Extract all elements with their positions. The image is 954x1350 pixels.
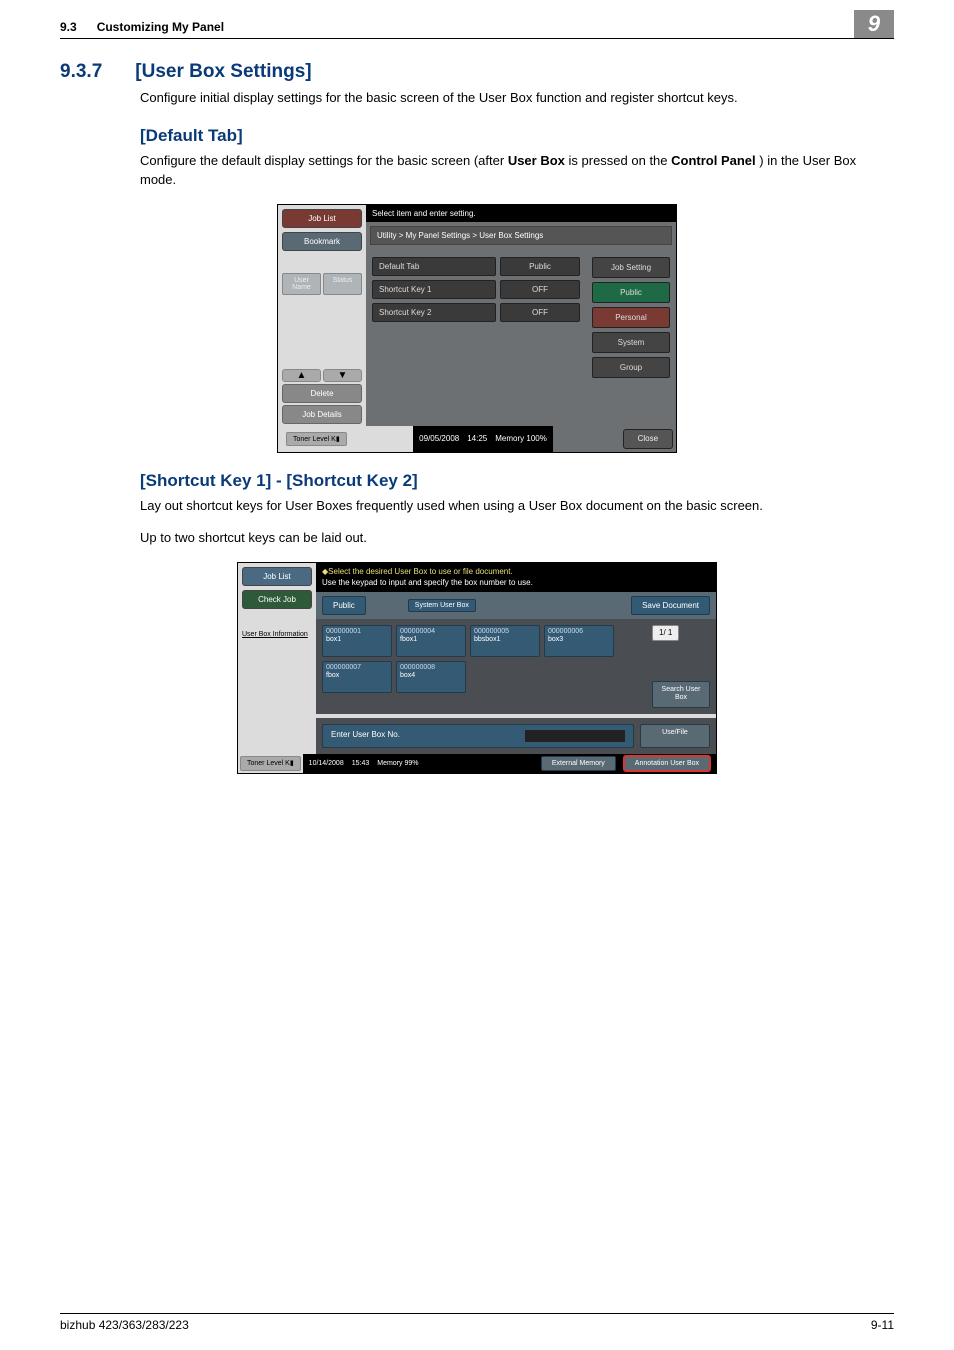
- heading-937: 9.3.7 [User Box Settings]: [60, 61, 894, 83]
- dev2-enter-bar: Enter User Box No. Use/File: [316, 718, 716, 754]
- page-badge: 9: [854, 10, 894, 38]
- dev1-breadcrumb: Utility > My Panel Settings > User Box S…: [370, 226, 672, 245]
- close-button[interactable]: Close: [623, 429, 673, 449]
- shortcut-p1: Lay out shortcut keys for User Boxes fre…: [60, 497, 894, 516]
- screenshot-shortcut-keys: Job List Check Job User Box Information …: [237, 562, 717, 774]
- user-box-grid: 000000001box1 000000004fbox1 000000005bb…: [322, 625, 614, 708]
- dev1-settings-list: Default Tab Public Shortcut Key 1 OFF Sh…: [366, 249, 586, 386]
- public-button[interactable]: Public: [592, 282, 670, 303]
- system-user-box-tab[interactable]: System User Box: [408, 599, 476, 613]
- heading-default-tab: [Default Tab]: [60, 126, 894, 146]
- status-tab[interactable]: Status: [323, 273, 362, 295]
- bookmark-tab[interactable]: Bookmark: [282, 232, 362, 251]
- job-list-tab-2[interactable]: Job List: [242, 567, 312, 586]
- user-box-item[interactable]: 000000001box1: [322, 625, 392, 657]
- user-box-item[interactable]: 000000008box4: [396, 661, 466, 693]
- delete-button[interactable]: Delete: [282, 384, 362, 403]
- dev1-status-bar: Toner Level K▮ 09/05/2008 14:25 Memory 1…: [278, 426, 676, 452]
- row-shortcut-key-1[interactable]: Shortcut Key 1 OFF: [372, 280, 580, 299]
- intro-937: Configure initial display settings for t…: [60, 89, 894, 108]
- heading-text: [User Box Settings]: [135, 61, 311, 82]
- shortcut-p2: Up to two shortcut keys can be laid out.: [60, 529, 894, 548]
- toner-level: Toner Level K▮: [286, 432, 347, 446]
- heading-number: 9.3.7: [60, 61, 130, 83]
- job-setting-button[interactable]: Job Setting: [592, 257, 670, 278]
- dev1-right-panel: Job Setting Public Personal System Group: [586, 249, 676, 386]
- save-document-tab[interactable]: Save Document: [631, 596, 710, 615]
- nav-arrows: ▲ ▼: [282, 369, 362, 382]
- user-box-item[interactable]: 000000007fbox: [322, 661, 392, 693]
- toner-level-2: Toner Level K▮: [240, 756, 301, 771]
- heading-shortcut-keys: [Shortcut Key 1] - [Shortcut Key 2]: [60, 471, 894, 491]
- public-tab[interactable]: Public: [322, 596, 366, 615]
- user-box-item[interactable]: 000000004fbox1: [396, 625, 466, 657]
- dev2-panel: 000000001box1 000000004fbox1 000000005bb…: [316, 619, 716, 714]
- username-tab[interactable]: User Name: [282, 273, 321, 295]
- page-footer: bizhub 423/363/283/223 9-11: [60, 1313, 894, 1332]
- user-box-item[interactable]: 000000006box3: [544, 625, 614, 657]
- footer-right: 9-11: [871, 1318, 894, 1332]
- page-header: 9.3 Customizing My Panel: [60, 0, 894, 39]
- user-box-info-label: User Box Information: [238, 627, 316, 643]
- dev2-top-tabs: Public System User Box Save Document: [316, 592, 716, 619]
- section-name: Customizing My Panel: [97, 20, 224, 34]
- dev2-message: ◆Select the desired User Box to use or f…: [316, 563, 716, 592]
- system-button[interactable]: System: [592, 332, 670, 353]
- row-default-tab[interactable]: Default Tab Public: [372, 257, 580, 276]
- use-file-button[interactable]: Use/File: [640, 724, 710, 748]
- dev1-sidebar: Job List Bookmark User Name Status ▲ ▼ D…: [278, 205, 366, 426]
- row-shortcut-key-2[interactable]: Shortcut Key 2 OFF: [372, 303, 580, 322]
- default-tab-body: Configure the default display settings f…: [60, 152, 894, 190]
- search-user-box-button[interactable]: Search User Box: [652, 681, 710, 708]
- job-list-tab[interactable]: Job List: [282, 209, 362, 228]
- section-number: 9.3: [60, 20, 77, 34]
- job-details-button[interactable]: Job Details: [282, 405, 362, 424]
- annotation-user-box-button[interactable]: Annotation User Box: [624, 756, 710, 771]
- box-number-input[interactable]: [525, 730, 625, 742]
- check-job-tab[interactable]: Check Job: [242, 590, 312, 609]
- group-button[interactable]: Group: [592, 357, 670, 378]
- user-box-item[interactable]: 000000005bbsbox1: [470, 625, 540, 657]
- enter-user-box-no[interactable]: Enter User Box No.: [322, 724, 634, 748]
- arrow-down-icon[interactable]: ▼: [323, 369, 362, 382]
- username-status-tabs: User Name Status: [282, 273, 362, 295]
- screenshot-default-tab: Job List Bookmark User Name Status ▲ ▼ D…: [277, 204, 677, 453]
- personal-button[interactable]: Personal: [592, 307, 670, 328]
- footer-left: bizhub 423/363/283/223: [60, 1318, 189, 1332]
- dev1-message: Select item and enter setting.: [366, 205, 676, 222]
- dev2-status-bar: Toner Level K▮ 10/14/2008 15:43 Memory 9…: [238, 754, 716, 773]
- dev2-sidebar: Job List Check Job User Box Information: [238, 563, 316, 754]
- external-memory-button[interactable]: External Memory: [541, 756, 616, 771]
- page-indicator: 1/ 1: [652, 625, 679, 641]
- arrow-up-icon[interactable]: ▲: [282, 369, 321, 382]
